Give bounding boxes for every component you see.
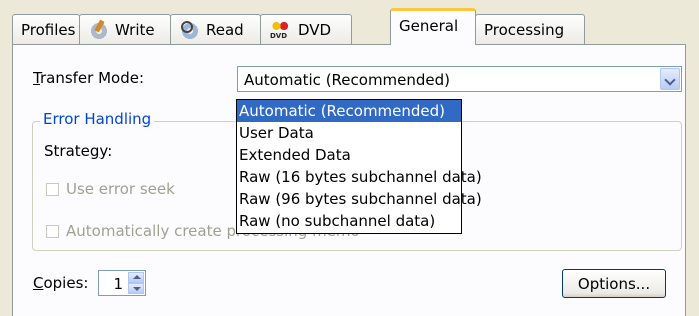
transfer-mode-label: Transfer Mode: xyxy=(33,69,145,87)
tab-label: Processing xyxy=(484,20,565,39)
read-disc-icon xyxy=(179,19,201,40)
dropdown-option[interactable]: Raw (no subchannel data) xyxy=(237,210,461,232)
tab-label: General xyxy=(399,17,459,35)
tab-read[interactable]: Read xyxy=(170,14,261,44)
stepper-down-icon[interactable] xyxy=(128,283,144,294)
checkbox-box[interactable] xyxy=(46,182,59,196)
tab-label: DVD xyxy=(298,20,332,39)
copies-value: 1 xyxy=(113,275,123,293)
tab-label: Read xyxy=(206,20,244,39)
options-button[interactable]: Options... xyxy=(562,269,666,298)
tab-profiles[interactable]: Profiles xyxy=(12,14,80,44)
stepper-up-icon[interactable] xyxy=(128,272,144,283)
transfer-mode-dropdown: Automatic (Recommended) User Data Extend… xyxy=(236,99,482,234)
checkbox-box[interactable] xyxy=(46,224,59,238)
dropdown-option[interactable]: Raw (16 bytes subchannel data) xyxy=(237,166,482,188)
transfer-mode-combo[interactable]: Automatic (Recommended) xyxy=(237,66,682,92)
dropdown-option[interactable]: User Data xyxy=(237,122,461,144)
tab-processing[interactable]: Processing xyxy=(475,14,585,44)
copies-label: Copies: xyxy=(33,274,89,292)
stepper-buttons xyxy=(128,272,144,294)
tab-general[interactable]: General xyxy=(390,8,476,45)
chevron-down-icon[interactable] xyxy=(660,68,680,90)
dropdown-option[interactable]: Automatic (Recommended) xyxy=(237,100,461,122)
use-error-seek-checkbox[interactable]: Use error seek xyxy=(46,180,175,198)
tab-write[interactable]: Write xyxy=(79,14,171,44)
dropdown-option[interactable]: Raw (96 bytes subchannel data) xyxy=(237,188,482,210)
tab-label: Write xyxy=(115,20,155,39)
write-disc-icon xyxy=(88,19,110,40)
strategy-label: Strategy: xyxy=(44,142,113,160)
tab-dvd[interactable]: DVD xyxy=(260,14,352,44)
tab-label: Profiles xyxy=(21,20,76,39)
dropdown-option[interactable]: Extended Data xyxy=(237,144,461,166)
transfer-mode-value: Automatic (Recommended) xyxy=(244,71,451,89)
copies-stepper[interactable]: 1 xyxy=(98,270,146,296)
dvd-icon xyxy=(269,19,293,40)
error-handling-title: Error Handling xyxy=(40,110,155,128)
